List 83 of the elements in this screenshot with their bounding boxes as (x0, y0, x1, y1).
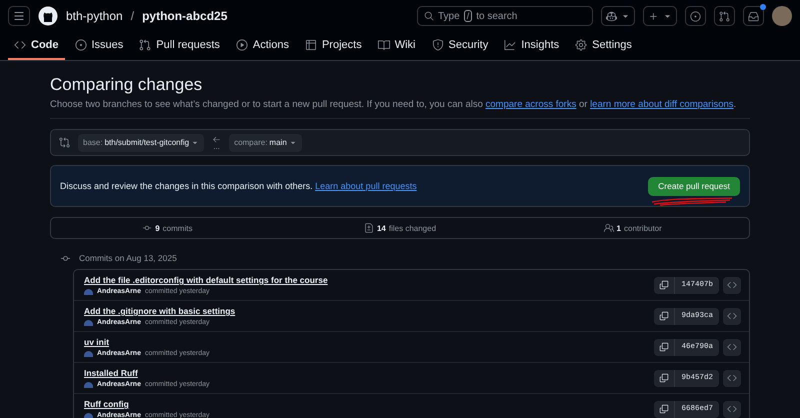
author-avatar (84, 350, 93, 356)
range-dots: ... (213, 144, 220, 150)
user-avatar[interactable] (772, 6, 792, 26)
issue-icon (74, 39, 86, 51)
repo-tab[interactable]: Insights (498, 32, 566, 60)
plus-icon (648, 10, 659, 22)
code-icon (727, 404, 737, 414)
browse-code-button[interactable] (723, 308, 741, 324)
owner-link[interactable]: bth-python (66, 9, 123, 23)
copilot-icon (606, 10, 617, 22)
pull-request-icon (719, 10, 730, 22)
description-link[interactable]: learn more about diff comparisons (590, 99, 734, 110)
commit-title-link[interactable]: Add the .gitignore with basic settings (84, 306, 236, 316)
browse-code-button[interactable] (723, 400, 741, 418)
summary-stat[interactable]: 1 contributor (516, 223, 750, 233)
repo-tab[interactable]: Projects (298, 32, 368, 60)
repo-tab[interactable]: Pull requests (133, 32, 226, 60)
create-pull-request-button[interactable]: Create pull request (648, 176, 740, 196)
search-placeholder: Type (438, 10, 460, 22)
commit-icon (142, 223, 152, 233)
commit-title-link[interactable]: Add the file .editorconfig with default settings for the course (84, 275, 328, 285)
repo-tab[interactable]: Security (426, 32, 494, 60)
copy-icon (659, 280, 670, 290)
commits-date-heading: Commits on Aug 13, 2025 (79, 253, 177, 263)
commit-title-link[interactable]: uv init (84, 337, 210, 347)
banner-text: Discuss and review the changes in this comparison with others. Learn about pull requests (60, 181, 417, 191)
description-link[interactable]: compare across forks (486, 99, 576, 110)
summary-stat[interactable]: 9 commits (51, 223, 284, 233)
commit-title-link[interactable]: Ruff config (84, 399, 210, 409)
code-icon (727, 280, 737, 290)
search-icon (424, 11, 434, 21)
shortcut-key: / (464, 10, 472, 22)
code-icon (727, 373, 737, 383)
search-placeholder: to search (476, 10, 518, 22)
browse-code-button[interactable] (723, 338, 741, 356)
arrow-left-icon (212, 135, 222, 144)
copilot-button[interactable] (601, 6, 635, 26)
repo-link[interactable]: python-abcd25 (142, 9, 228, 23)
inbox-icon (748, 10, 759, 22)
author-avatar (84, 382, 93, 388)
repo-tab[interactable]: Settings (569, 32, 638, 60)
people-icon (604, 223, 614, 233)
search-field[interactable]: Type / to search (417, 6, 593, 26)
settings-icon (575, 39, 588, 51)
file-diff-icon (364, 223, 374, 233)
inbox-button[interactable] (743, 6, 764, 26)
commit-title-link[interactable]: Installed Ruff (84, 368, 210, 378)
issues-button[interactable] (685, 6, 706, 26)
issue-icon (690, 10, 701, 22)
book-icon (378, 39, 390, 51)
code-icon (727, 311, 737, 321)
copy-icon (659, 373, 670, 383)
base-branch-button[interactable]: base: bth/submit/test-gitconfig (78, 134, 204, 152)
compare-icon (59, 137, 70, 148)
page-title: Comparing changes (50, 75, 204, 95)
repo-tab[interactable]: Code (8, 32, 64, 60)
summary-stat[interactable]: 14 files changed (284, 223, 516, 233)
shield-icon (432, 39, 444, 51)
copy-icon (659, 311, 670, 321)
repo-tab[interactable]: Wiki (372, 32, 422, 60)
author-avatar (84, 412, 93, 418)
pull-request-icon (139, 39, 152, 51)
browse-code-button[interactable] (723, 370, 741, 386)
repo-tab[interactable]: Issues (68, 32, 130, 60)
code-icon (727, 342, 737, 352)
repo-tab[interactable]: Actions (230, 32, 295, 60)
menu-icon (13, 10, 25, 22)
graph-icon (504, 39, 516, 51)
octocat-logo-icon[interactable] (38, 6, 58, 26)
table-icon (304, 39, 317, 51)
pull-requests-button[interactable] (714, 6, 735, 26)
code-icon (14, 39, 26, 51)
author-avatar (84, 288, 93, 294)
page-description: Choose two branches to see what’s changed or to start a new pull request. If you need to, you can also compare across forks or learn more about diff comparisons. (50, 99, 750, 119)
learn-link[interactable]: Learn about pull requests (315, 181, 417, 191)
browse-code-button[interactable] (723, 276, 741, 294)
menu-button[interactable] (8, 6, 30, 26)
compare-branch-button[interactable]: compare: main (229, 134, 302, 152)
author-avatar (84, 320, 93, 326)
play-icon (236, 39, 248, 51)
copy-icon (659, 342, 670, 352)
breadcrumb-separator: / (130, 9, 134, 23)
copy-icon (659, 404, 670, 414)
